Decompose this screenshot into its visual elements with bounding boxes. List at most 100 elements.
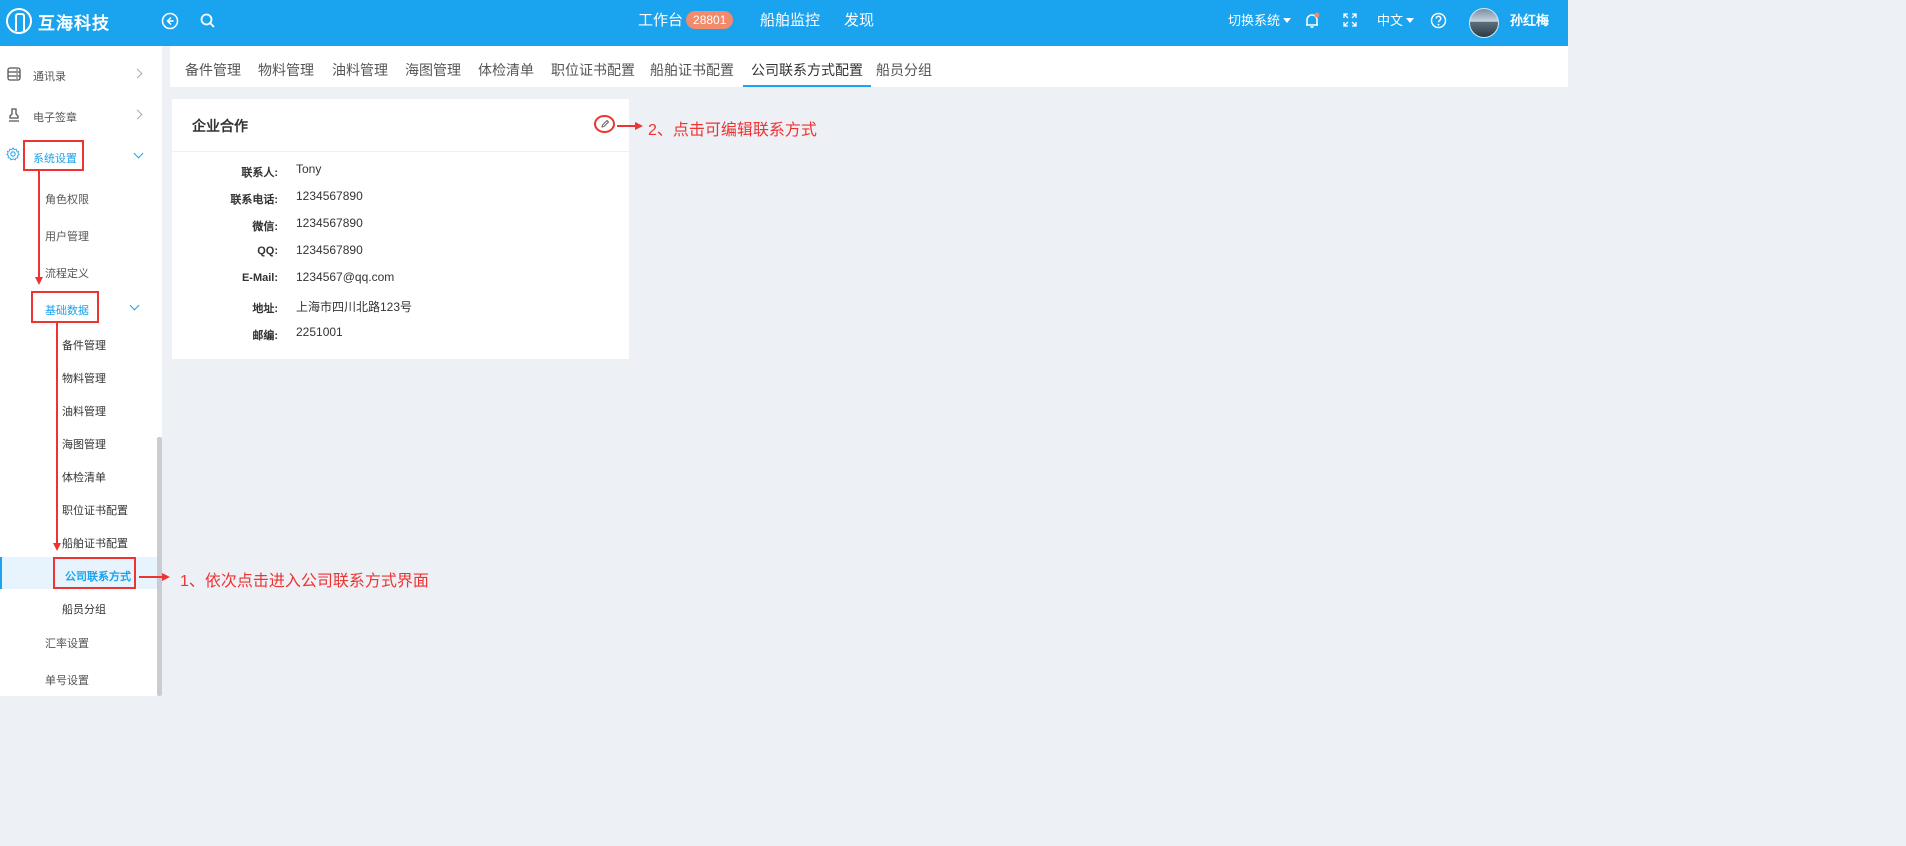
- caret-down-icon: [1283, 18, 1292, 23]
- field-value: 1234567890: [296, 189, 363, 203]
- chevron-right-icon: [132, 68, 143, 79]
- switch-system-label: 切换系统: [1228, 13, 1281, 28]
- user-name[interactable]: 孙红梅: [1510, 0, 1549, 46]
- sidebar-item-number-settings[interactable]: 单号设置: [0, 671, 157, 687]
- sidebar-item-label: 汇率设置: [45, 638, 89, 650]
- sidebar-scrollbar[interactable]: [157, 437, 162, 696]
- tab-charts[interactable]: 海图管理: [405, 46, 461, 87]
- field-label: 联系电话:: [230, 194, 278, 206]
- sidebar-item-materials[interactable]: 物料管理: [0, 369, 157, 385]
- chevron-down-icon: [129, 300, 140, 311]
- card-title: 企业合作: [192, 118, 248, 134]
- field-label: QQ:: [257, 245, 278, 257]
- chevron-right-icon: [132, 109, 143, 120]
- search-icon[interactable]: [198, 12, 218, 32]
- annotation-step-1: 1、依次点击进入公司联系方式界面: [180, 573, 429, 590]
- annotation-step-2: 2、点击可编辑联系方式: [648, 122, 817, 139]
- sidebar-item-label: 船员分组: [62, 604, 106, 616]
- sidebar: 通讯录 电子签章 系统设置 角色权限 用户管理 流程定义 基础数据 备件管理 物…: [0, 46, 162, 696]
- tab-medical-checklist[interactable]: 体检清单: [478, 46, 534, 87]
- sidebar-item-label: 电子签章: [33, 112, 77, 124]
- annotation-arrow-head: [35, 277, 43, 285]
- field-phone: 联系电话: 1234567890: [172, 189, 629, 209]
- stamp-icon: [6, 107, 22, 123]
- sidebar-item-medical-checklist[interactable]: 体检清单: [0, 468, 157, 484]
- language-dropdown[interactable]: 中文: [1377, 0, 1415, 46]
- sidebar-item-label: 角色权限: [45, 194, 89, 206]
- sidebar-item-position-certificates[interactable]: 职位证书配置: [0, 501, 157, 517]
- sidebar-item-label: 物料管理: [62, 373, 106, 385]
- tab-crew-groups[interactable]: 船员分组: [876, 46, 932, 87]
- brand-logo[interactable]: 互海科技: [6, 8, 110, 34]
- field-label: E-Mail:: [241, 272, 278, 284]
- tab-position-certificates[interactable]: 职位证书配置: [551, 46, 635, 87]
- sidebar-item-crew-groups[interactable]: 船员分组: [0, 600, 157, 616]
- sidebar-item-process-definition[interactable]: 流程定义: [0, 264, 157, 280]
- field-label: 微信:: [252, 221, 278, 233]
- field-value: 上海市四川北路123号: [296, 300, 413, 314]
- sidebar-item-spare-parts[interactable]: 备件管理: [0, 336, 157, 352]
- nav-discover[interactable]: 发现: [844, 0, 874, 46]
- field-address: 地址: 上海市四川北路123号: [172, 298, 629, 318]
- address-book-icon: [6, 66, 22, 82]
- sidebar-item-role-permissions[interactable]: 角色权限: [0, 190, 157, 206]
- edit-contact-button[interactable]: [594, 115, 615, 133]
- sidebar-item-label: 通讯录: [33, 71, 66, 83]
- sidebar-item-contacts[interactable]: 通讯录: [0, 66, 157, 83]
- workbench-count-badge: 28801: [686, 11, 734, 29]
- sidebar-item-label: 海图管理: [62, 439, 106, 451]
- back-icon[interactable]: [160, 12, 180, 32]
- sidebar-item-user-management[interactable]: 用户管理: [0, 227, 157, 243]
- annotation-arrow-head: [635, 122, 643, 130]
- tab-company-contact[interactable]: 公司联系方式配置: [743, 46, 871, 87]
- sidebar-item-exchange-rates[interactable]: 汇率设置: [0, 634, 157, 650]
- field-label: 邮编:: [252, 330, 278, 342]
- field-value: 1234567@qq.com: [296, 270, 395, 284]
- language-label: 中文: [1377, 13, 1404, 28]
- sidebar-item-label: 体检清单: [62, 472, 106, 484]
- field-email: E-Mail: 1234567@qq.com: [172, 270, 629, 290]
- switch-system-dropdown[interactable]: 切换系统: [1228, 0, 1292, 46]
- nav-workbench[interactable]: 工作台 28801: [638, 0, 734, 46]
- annotation-arrow-head: [53, 543, 61, 551]
- field-value: 1234567890: [296, 216, 363, 230]
- field-value: 1234567890: [296, 243, 363, 257]
- avatar[interactable]: [1469, 8, 1499, 38]
- sidebar-item-charts[interactable]: 海图管理: [0, 435, 157, 451]
- sidebar-item-oil[interactable]: 油料管理: [0, 402, 157, 418]
- logo-icon: [6, 8, 32, 34]
- sidebar-item-label: 单号设置: [45, 675, 89, 687]
- brand-name: 互海科技: [38, 13, 110, 33]
- tab-oil[interactable]: 油料管理: [332, 46, 388, 87]
- annotation-arrow-line: [56, 323, 58, 545]
- annotation-arrow-line: [617, 125, 637, 127]
- annotation-arrow-line: [38, 171, 40, 279]
- annotation-highlight-basic-data: [31, 291, 99, 323]
- pencil-icon: [601, 119, 610, 128]
- annotation-highlight-company-contact: [53, 557, 136, 589]
- sidebar-item-label: 职位证书配置: [62, 505, 128, 517]
- sidebar-item-e-signature[interactable]: 电子签章: [0, 107, 157, 124]
- bell-icon[interactable]: [1302, 12, 1322, 32]
- sidebar-item-ship-certificates[interactable]: 船舶证书配置: [0, 534, 157, 550]
- sidebar-item-label: 油料管理: [62, 406, 106, 418]
- sidebar-item-label: 备件管理: [62, 340, 106, 352]
- tab-spare-parts[interactable]: 备件管理: [185, 46, 241, 87]
- tab-ship-certificates[interactable]: 船舶证书配置: [650, 46, 734, 87]
- gear-icon: [6, 147, 22, 163]
- nav-ship-monitor[interactable]: 船舶监控: [760, 0, 820, 46]
- caret-down-icon: [1406, 18, 1415, 23]
- annotation-arrow-head: [162, 573, 170, 581]
- company-contact-card: 企业合作 联系人: Tony 联系电话: 1234567890 微信: 1234…: [172, 99, 629, 359]
- tab-materials[interactable]: 物料管理: [258, 46, 314, 87]
- sidebar-item-label: 用户管理: [45, 231, 89, 243]
- chevron-down-icon: [133, 148, 144, 159]
- field-label: 联系人:: [241, 167, 278, 179]
- card-divider: [172, 151, 629, 152]
- field-value: Tony: [296, 162, 322, 176]
- fullscreen-icon[interactable]: [1340, 12, 1360, 32]
- field-qq: QQ: 1234567890: [172, 243, 629, 263]
- tab-bar: 备件管理 物料管理 油料管理 海图管理 体检清单 职位证书配置 船舶证书配置 公…: [170, 46, 1568, 87]
- help-icon[interactable]: [1428, 12, 1448, 32]
- field-postcode: 邮编: 2251001: [172, 325, 629, 345]
